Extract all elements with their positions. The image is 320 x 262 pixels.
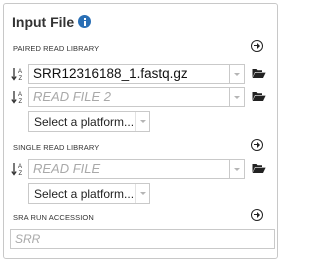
browse-read1-folder-icon[interactable] bbox=[252, 68, 266, 79]
input-file-panel: Input File PAIRED READ LIBRARY A Z SRR12… bbox=[3, 3, 278, 259]
sort-read2-icon[interactable]: A Z bbox=[11, 90, 27, 104]
single-read-file-input[interactable]: READ FILE bbox=[28, 159, 230, 179]
single-platform-dropdown[interactable] bbox=[135, 184, 149, 203]
paired-platform-select[interactable]: Select a platform... bbox=[28, 111, 150, 132]
browse-read2-folder-icon[interactable] bbox=[252, 91, 266, 102]
caret-down-icon bbox=[140, 192, 146, 195]
read-file-2-input[interactable]: READ FILE 2 bbox=[28, 87, 230, 107]
read-file-1-input[interactable]: SRR12316188_1.fastq.gz bbox=[28, 64, 230, 84]
svg-text:A: A bbox=[18, 164, 22, 170]
add-paired-library-icon[interactable] bbox=[251, 40, 263, 52]
caret-down-icon bbox=[140, 120, 146, 123]
panel-title: Input File bbox=[12, 14, 75, 30]
single-read-library-label: SINGLE READ LIBRARY bbox=[13, 143, 100, 152]
browse-single-read-folder-icon[interactable] bbox=[252, 163, 266, 174]
sort-single-read-icon[interactable]: A Z bbox=[11, 162, 27, 176]
sra-run-accession-label: SRA RUN ACCESSION bbox=[13, 213, 94, 222]
svg-text:Z: Z bbox=[19, 76, 23, 81]
svg-text:A: A bbox=[18, 69, 22, 75]
sort-read1-icon[interactable]: A Z bbox=[11, 67, 27, 81]
svg-text:A: A bbox=[18, 92, 22, 98]
svg-text:Z: Z bbox=[19, 99, 23, 104]
paired-platform-dropdown[interactable] bbox=[135, 112, 149, 131]
sra-accession-input[interactable]: SRR bbox=[10, 229, 275, 249]
read-file-2-dropdown[interactable] bbox=[230, 87, 245, 107]
paired-platform-selected: Select a platform... bbox=[34, 115, 135, 129]
svg-text:Z: Z bbox=[19, 171, 23, 176]
caret-down-icon bbox=[234, 73, 240, 76]
caret-down-icon bbox=[234, 96, 240, 99]
read-file-1-dropdown[interactable] bbox=[230, 64, 245, 84]
paired-read-library-label: PAIRED READ LIBRARY bbox=[13, 44, 100, 53]
caret-down-icon bbox=[234, 168, 240, 171]
single-platform-selected: Select a platform... bbox=[34, 187, 135, 201]
single-read-file-dropdown[interactable] bbox=[230, 159, 245, 179]
add-sra-accession-icon[interactable] bbox=[251, 209, 263, 221]
add-single-library-icon[interactable] bbox=[251, 139, 263, 151]
single-platform-select[interactable]: Select a platform... bbox=[28, 183, 150, 204]
info-icon[interactable] bbox=[78, 15, 91, 28]
